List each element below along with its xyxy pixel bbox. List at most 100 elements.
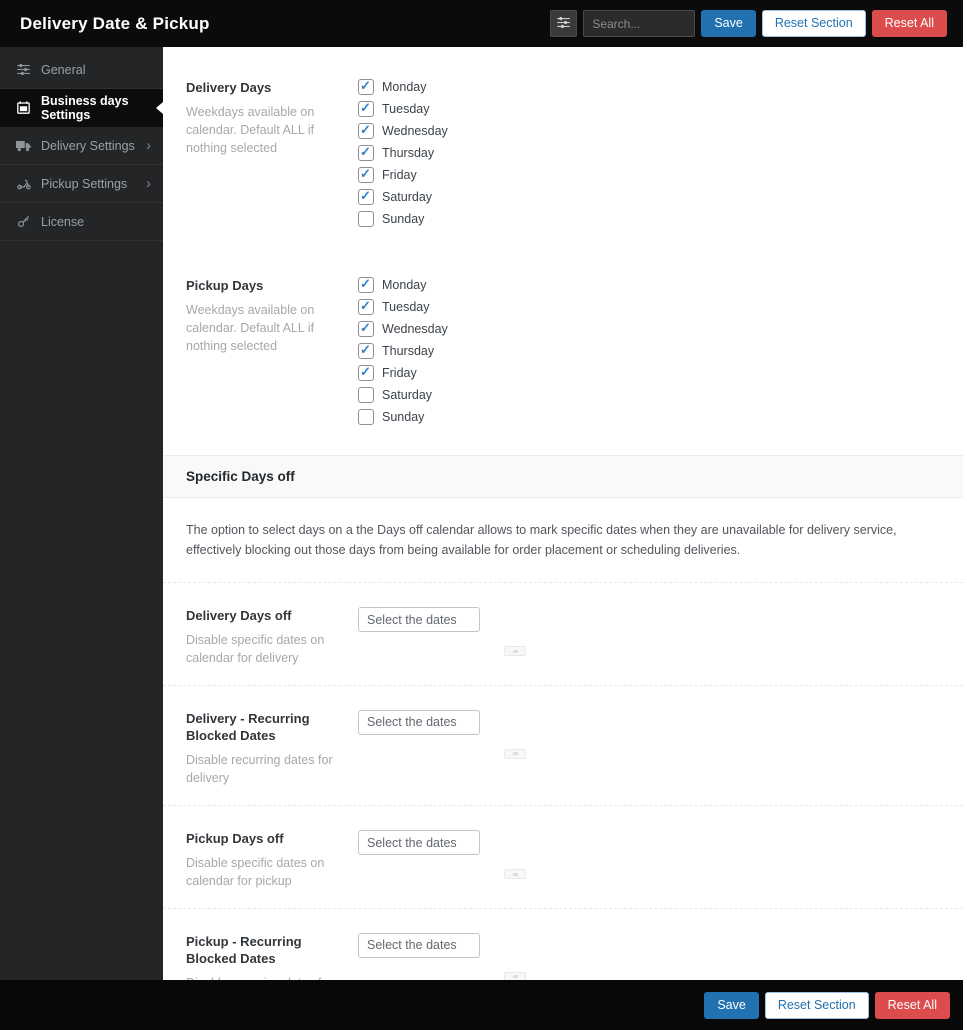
checkbox[interactable] (358, 189, 374, 205)
sliders-icon (557, 15, 570, 33)
sidebar-item-label: License (41, 215, 84, 229)
search-input[interactable] (583, 10, 695, 37)
sliders-icon (15, 64, 32, 75)
header-actions: Save Reset Section Reset All (550, 10, 947, 37)
delivery-days-checkbox-group: Monday Tuesday Wednesday Thursday Friday… (358, 79, 940, 233)
pickup-day-monday[interactable]: Monday (358, 277, 940, 293)
delivery-day-monday[interactable]: Monday (358, 79, 940, 95)
checkbox-label: Thursday (382, 344, 434, 358)
page-title: Delivery Date & Pickup (20, 14, 210, 34)
chevron-right-icon: › (146, 138, 151, 153)
delivery-recurring-input[interactable] (358, 710, 480, 735)
reset-all-button-footer[interactable]: Reset All (875, 992, 950, 1019)
pickup-day-sunday[interactable]: Sunday (358, 409, 940, 425)
checkbox[interactable] (358, 145, 374, 161)
sidebar-item-business-days-settings[interactable]: Business days Settings (0, 89, 163, 127)
settings-content: Delivery Days Weekdays available on cale… (163, 47, 963, 980)
delivery-recurring-blocked-dates-row: Delivery - Recurring Blocked Dates Disab… (163, 686, 963, 806)
section-description-row: The option to select days on a the Days … (163, 498, 963, 583)
sidebar-item-general[interactable]: General (0, 51, 163, 89)
field-label: Delivery Days off (186, 607, 348, 625)
key-icon (15, 215, 32, 228)
delivery-days-off-input[interactable] (358, 607, 480, 632)
delivery-day-tuesday[interactable]: Tuesday (358, 101, 940, 117)
pickup-days-checkbox-group: Monday Tuesday Wednesday Thursday Friday… (358, 277, 940, 431)
section-description: The option to select days on a the Days … (186, 520, 940, 560)
field-description: Weekdays available on calendar. Default … (186, 103, 348, 157)
delivery-day-saturday[interactable]: Saturday (358, 189, 940, 205)
pickup-day-friday[interactable]: Friday (358, 365, 940, 381)
truck-icon (15, 140, 32, 152)
checkbox-label: Friday (382, 168, 417, 182)
settings-sidebar: General Business days Settings Delivery … (0, 47, 163, 980)
pickup-day-tuesday[interactable]: Tuesday (358, 299, 940, 315)
plugin-settings-page: Delivery Date & Pickup Save Reset Sectio… (0, 0, 963, 1030)
delivery-days-row: Delivery Days Weekdays available on cale… (163, 47, 963, 253)
pickup-recurring-blocked-dates-row: Pickup - Recurring Blocked Dates Disable… (163, 909, 963, 980)
checkbox[interactable] (358, 79, 374, 95)
pickup-day-wednesday[interactable]: Wednesday (358, 321, 940, 337)
delivery-days-off-row: Delivery Days off Disable specific dates… (163, 583, 963, 686)
expand-sections-button[interactable] (550, 10, 577, 37)
pickup-days-off-row: Pickup Days off Disable specific dates o… (163, 806, 963, 909)
save-button-footer[interactable]: Save (704, 992, 759, 1019)
sidebar-item-label: General (41, 63, 85, 77)
header-bar: Delivery Date & Pickup Save Reset Sectio… (0, 0, 963, 47)
checkbox[interactable] (358, 123, 374, 139)
dates-pill (504, 972, 526, 980)
checkbox-label: Saturday (382, 190, 432, 204)
checkbox-label: Tuesday (382, 102, 429, 116)
checkbox[interactable] (358, 167, 374, 183)
sidebar-item-label: Delivery Settings (41, 139, 135, 153)
checkbox[interactable] (358, 299, 374, 315)
field-label: Pickup Days off (186, 830, 348, 848)
checkbox[interactable] (358, 343, 374, 359)
pickup-day-saturday[interactable]: Saturday (358, 387, 940, 403)
sidebar-item-pickup-settings[interactable]: Pickup Settings › (0, 165, 163, 203)
checkbox-label: Sunday (382, 410, 424, 424)
scooter-icon (15, 177, 32, 190)
field-label: Delivery Days (186, 79, 348, 97)
sidebar-item-label: Pickup Settings (41, 177, 127, 191)
reset-all-button[interactable]: Reset All (872, 10, 947, 37)
chevron-right-icon: › (146, 176, 151, 191)
checkbox[interactable] (358, 277, 374, 293)
checkbox[interactable] (358, 101, 374, 117)
pickup-days-row: Pickup Days Weekdays available on calend… (163, 253, 963, 455)
delivery-day-sunday[interactable]: Sunday (358, 211, 940, 227)
sidebar-item-delivery-settings[interactable]: Delivery Settings › (0, 127, 163, 165)
dates-pill (504, 749, 526, 759)
field-label: Pickup Days (186, 277, 348, 295)
checkbox-label: Thursday (382, 146, 434, 160)
save-button[interactable]: Save (701, 10, 756, 37)
sidebar-item-label: Business days Settings (41, 94, 151, 122)
reset-section-button-footer[interactable]: Reset Section (765, 992, 869, 1019)
checkbox-label: Monday (382, 80, 426, 94)
delivery-day-friday[interactable]: Friday (358, 167, 940, 183)
field-description: Weekdays available on calendar. Default … (186, 301, 348, 355)
checkbox[interactable] (358, 387, 374, 403)
checkbox[interactable] (358, 321, 374, 337)
pickup-recurring-input[interactable] (358, 933, 480, 958)
field-description: Disable specific dates on calendar for p… (186, 854, 348, 890)
pickup-day-thursday[interactable]: Thursday (358, 343, 940, 359)
sidebar-item-license[interactable]: License (0, 203, 163, 241)
reset-section-button[interactable]: Reset Section (762, 10, 866, 37)
checkbox-label: Monday (382, 278, 426, 292)
checkbox[interactable] (358, 211, 374, 227)
field-label: Delivery - Recurring Blocked Dates (186, 710, 348, 745)
dates-pill (504, 869, 526, 879)
checkbox-label: Tuesday (382, 300, 429, 314)
checkbox-label: Wednesday (382, 322, 448, 336)
checkbox-label: Wednesday (382, 124, 448, 138)
delivery-day-wednesday[interactable]: Wednesday (358, 123, 940, 139)
checkbox-label: Sunday (382, 212, 424, 226)
checkbox[interactable] (358, 365, 374, 381)
checkbox-label: Saturday (382, 388, 432, 402)
field-description: Disable specific dates on calendar for d… (186, 631, 348, 667)
delivery-day-thursday[interactable]: Thursday (358, 145, 940, 161)
pickup-days-off-input[interactable] (358, 830, 480, 855)
checkbox[interactable] (358, 409, 374, 425)
checkbox-label: Friday (382, 366, 417, 380)
dates-pill (504, 646, 526, 656)
